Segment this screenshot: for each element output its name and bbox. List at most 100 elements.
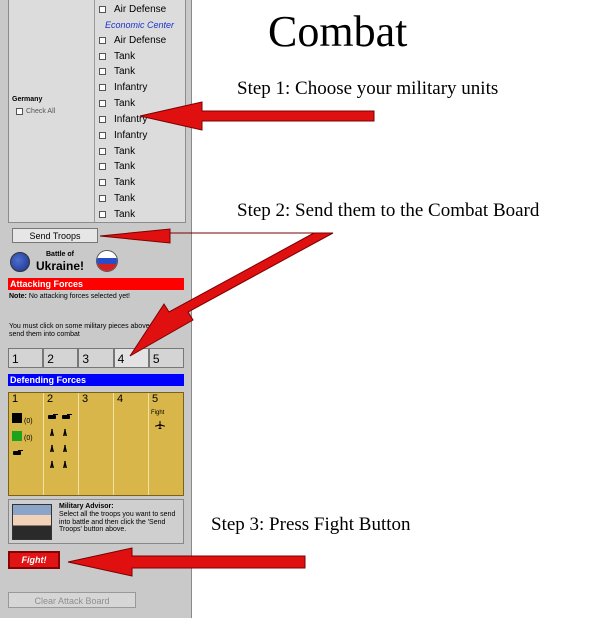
military-advisor: Military Advisor: Select all the troops … [8,499,184,544]
check-all-label: Check All [26,108,56,115]
send-troops-button[interactable]: Send Troops [12,228,98,243]
unit-item[interactable]: Tank [99,177,135,188]
unit-label: Tank [114,66,136,77]
unit-checkbox[interactable] [99,132,106,139]
infantry-icon [62,461,68,468]
unit-checkbox[interactable] [99,163,106,170]
unit-label: Tank [114,146,136,157]
unit-label: Tank [114,98,136,109]
page-heading: Combat [268,7,408,56]
defend-slot-number: 5 [152,393,159,405]
advisor-title: Military Advisor: [59,503,114,510]
attack-note: Note: No attacking forces selected yet! [9,293,179,301]
game-panel: Germany Check All Air Defense Economic C… [0,0,192,618]
defend-slot-number: 3 [82,393,89,405]
note-text: No attacking forces selected yet! [28,293,131,300]
unit-label: Tank [114,209,136,220]
unit-count: (0) [24,435,33,442]
defend-slot: 2 [44,393,79,495]
attack-message: You must click on some military pieces a… [9,323,158,338]
unit-checkbox[interactable] [99,148,106,155]
defend-slot: 3 [79,393,114,495]
unit-label: Tank [114,51,136,62]
unit-label: Infantry [114,130,148,141]
attack-slot[interactable]: 2 [43,348,79,368]
attack-slot[interactable]: 3 [78,348,114,368]
unit-checkbox[interactable] [99,68,106,75]
defend-slot: 1 (0) (0) [9,393,44,495]
advisor-text: Select all the troops you want to send i… [59,511,176,533]
defend-slot: 5 Fight [149,393,183,495]
infantry-icon [49,461,55,468]
defend-slot-number: 2 [47,393,54,405]
unit-checkbox[interactable] [99,53,106,60]
battle-name: Ukraine! [36,259,85,273]
unit-label: Tank [114,193,136,204]
step-3-text: Step 3: Press Fight Button [211,514,411,535]
column-divider [94,0,95,222]
unit-checkbox[interactable] [99,6,106,13]
unit-count: (0) [24,418,33,425]
unit-item[interactable]: Infantry [99,82,147,93]
battle-of-label: Battle of [46,251,74,258]
unit-label: Infantry [114,82,148,93]
air-defense-icon [12,413,22,423]
unit-selection-area: Germany Check All Air Defense Economic C… [8,0,186,223]
attack-slot[interactable]: 5 [148,348,185,368]
country-label: Germany [12,96,43,103]
globe-icon [10,252,30,272]
unit-checkbox[interactable] [99,179,106,186]
air-defense-icon [12,431,22,441]
unit-checkbox[interactable] [99,116,106,123]
defend-slot-number: 1 [12,393,19,405]
unit-item[interactable]: Tank [99,66,135,77]
advisor-portrait [12,504,52,540]
attack-board: 1 2 3 4 5 [8,348,185,368]
step-1-text: Step 1: Choose your military units [237,78,499,99]
unit-item[interactable]: Air Defense [99,4,166,15]
unit-label: Air Defense [114,35,167,46]
unit-item[interactable]: Tank [99,209,135,220]
infantry-icon [49,445,55,452]
unit-item[interactable]: Tank [99,98,135,109]
defend-slot: 4 [114,393,149,495]
infantry-icon [49,429,55,436]
unit-item[interactable]: Infantry [99,130,147,141]
unit-checkbox[interactable] [99,211,106,218]
unit-item[interactable]: Tank [99,193,135,204]
unit-checkbox[interactable] [99,100,106,107]
tank-icon [48,414,58,419]
attack-slot[interactable]: 4 [113,348,149,368]
fight-button[interactable]: Fight! [8,551,60,569]
section-label: Economic Center [105,20,175,30]
unit-checkbox[interactable] [99,195,106,202]
unit-item[interactable]: Tank [99,51,135,62]
unit-item[interactable]: Infantry [99,114,147,125]
unit-label: Air Defense [114,4,167,15]
defending-forces-header: Defending Forces [8,374,184,386]
defend-board: 1 (0) (0) 2 3 4 5 Fight [8,392,184,496]
unit-item[interactable]: Air Defense [99,35,166,46]
infantry-icon [62,429,68,436]
attack-slot[interactable]: 1 [8,348,44,368]
tank-icon [13,450,23,455]
note-label: Note: [9,293,27,300]
unit-checkbox[interactable] [99,84,106,91]
unit-label: Tank [114,177,136,188]
unit-label: Tank [114,161,136,172]
unit-checkbox[interactable] [99,37,106,44]
attacking-forces-header: Attacking Forces [8,278,184,290]
fighter-plane-icon [155,421,165,429]
step-2-text: Step 2: Send them to the Combat Board [237,200,540,221]
defend-slot-number: 4 [117,393,124,405]
unit-item[interactable]: Tank [99,146,135,157]
tank-icon [62,414,72,419]
clear-attack-board-button[interactable]: Clear Attack Board [8,592,136,608]
check-all-checkbox[interactable] [16,108,23,115]
infantry-icon [62,445,68,452]
fight-label: Fight [151,410,165,416]
unit-label: Infantry [114,114,148,125]
battle-header: Battle of Ukraine! [8,249,184,275]
unit-item[interactable]: Tank [99,161,135,172]
check-all[interactable]: Check All [16,108,55,115]
